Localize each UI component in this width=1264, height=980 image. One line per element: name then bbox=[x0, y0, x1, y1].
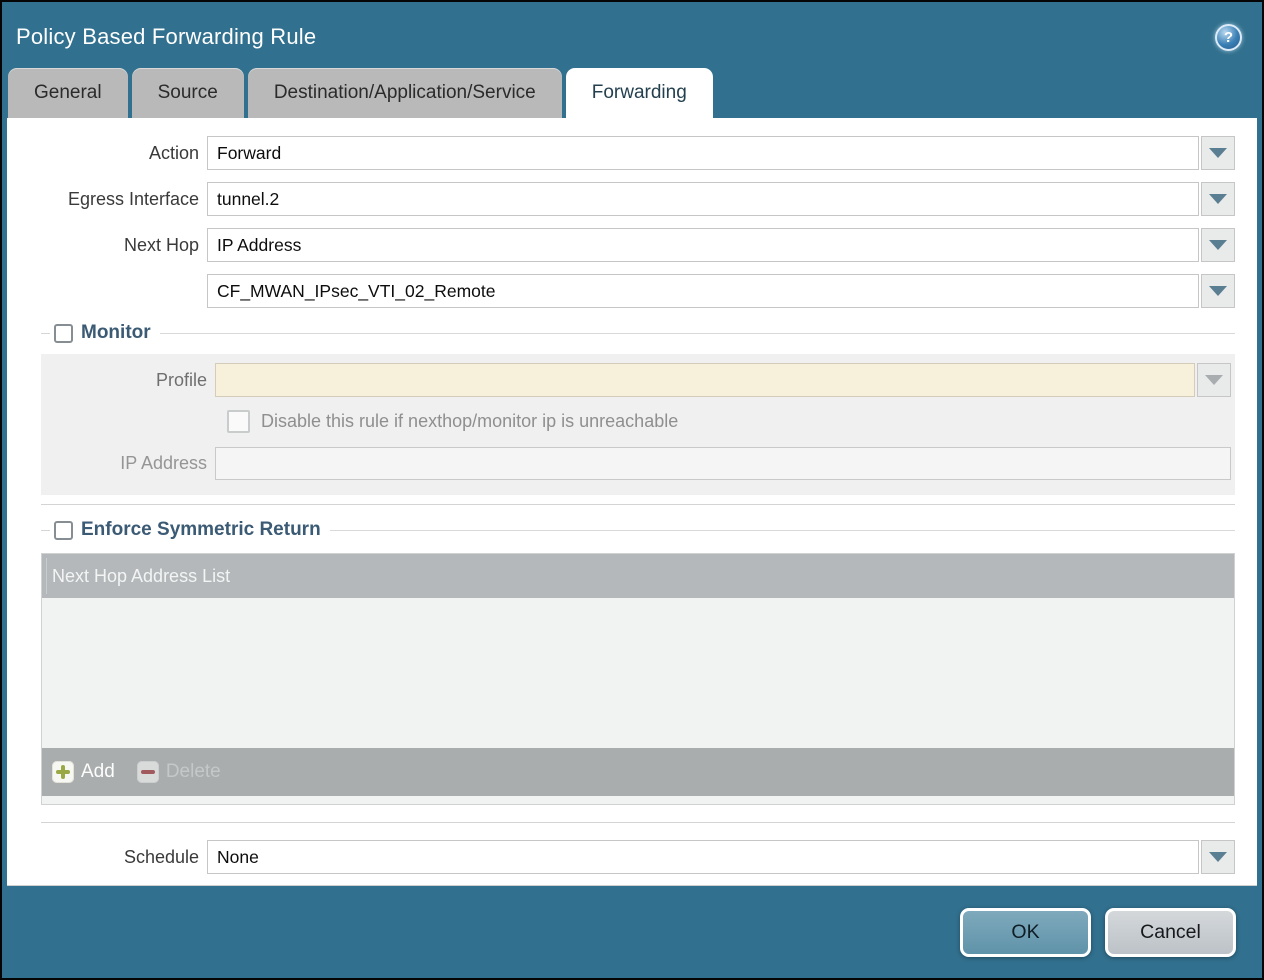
egress-interface-row: Egress Interface tunnel.2 bbox=[29, 182, 1235, 216]
monitor-checkbox[interactable] bbox=[54, 324, 73, 343]
help-icon[interactable]: ? bbox=[1215, 24, 1242, 51]
add-button[interactable]: Add bbox=[52, 761, 115, 783]
next-hop-type-select[interactable]: IP Address bbox=[207, 228, 1199, 262]
minus-icon bbox=[137, 761, 159, 783]
next-hop-type-dropdown-button[interactable] bbox=[1201, 228, 1235, 262]
next-hop-label: Next Hop bbox=[29, 235, 207, 256]
egress-interface-select[interactable]: tunnel.2 bbox=[207, 182, 1199, 216]
fieldset-border bbox=[330, 530, 1235, 531]
egress-interface-label: Egress Interface bbox=[29, 189, 207, 210]
dialog-footer: OK Cancel bbox=[2, 886, 1262, 978]
chevron-down-icon bbox=[1205, 375, 1223, 385]
table-bottom-strip bbox=[42, 796, 1234, 804]
enforce-symmetric-return-checkbox[interactable] bbox=[54, 521, 73, 540]
enforce-symmetric-return-legend-row: Enforce Symmetric Return bbox=[41, 519, 1235, 541]
profile-label: Profile bbox=[41, 370, 215, 391]
schedule-dropdown-button[interactable] bbox=[1201, 840, 1235, 874]
fieldset-border bbox=[160, 333, 1235, 334]
next-hop-address-list-table: Next Hop Address List Add Delete bbox=[41, 553, 1235, 805]
disable-rule-checkbox bbox=[227, 410, 250, 433]
tab-bar: General Source Destination/Application/S… bbox=[2, 66, 1262, 118]
chevron-down-icon bbox=[1209, 148, 1227, 158]
chevron-down-icon bbox=[1209, 240, 1227, 250]
monitor-group-bottom-border bbox=[41, 504, 1235, 505]
plus-icon bbox=[52, 761, 74, 783]
delete-button-label: Delete bbox=[166, 761, 221, 783]
policy-based-forwarding-rule-dialog: Policy Based Forwarding Rule ? General S… bbox=[0, 0, 1264, 980]
chevron-down-icon bbox=[1209, 194, 1227, 204]
schedule-select[interactable]: None bbox=[207, 840, 1199, 874]
delete-button: Delete bbox=[137, 761, 221, 783]
profile-select bbox=[215, 363, 1195, 397]
titlebar: Policy Based Forwarding Rule ? bbox=[2, 2, 1262, 66]
chevron-down-icon bbox=[1209, 286, 1227, 296]
next-hop-address-row: CF_MWAN_IPsec_VTI_02_Remote bbox=[29, 274, 1235, 308]
monitor-ip-address-input bbox=[215, 447, 1231, 480]
fieldset-border bbox=[41, 530, 50, 531]
add-button-label: Add bbox=[81, 761, 115, 783]
next-hop-address-list-header[interactable]: Next Hop Address List bbox=[42, 554, 1234, 598]
next-hop-address-list-header-label: Next Hop Address List bbox=[52, 566, 230, 587]
disable-rule-label: Disable this rule if nexthop/monitor ip … bbox=[261, 411, 678, 432]
action-row: Action Forward bbox=[29, 136, 1235, 170]
enforce-group-bottom-border bbox=[41, 822, 1235, 823]
action-label: Action bbox=[29, 143, 207, 164]
next-hop-address-list-body[interactable] bbox=[42, 598, 1234, 748]
cancel-button[interactable]: Cancel bbox=[1105, 908, 1236, 957]
enforce-symmetric-return-legend: Enforce Symmetric Return bbox=[81, 519, 321, 541]
tab-forwarding[interactable]: Forwarding bbox=[566, 68, 713, 118]
forwarding-tab-panel: Action Forward Egress Interface tunnel.2… bbox=[7, 118, 1257, 886]
tab-source[interactable]: Source bbox=[132, 68, 244, 118]
next-hop-row: Next Hop IP Address bbox=[29, 228, 1235, 262]
tab-general[interactable]: General bbox=[8, 68, 128, 118]
action-dropdown-button[interactable] bbox=[1201, 136, 1235, 170]
schedule-row: Schedule None bbox=[29, 840, 1235, 874]
action-select[interactable]: Forward bbox=[207, 136, 1199, 170]
egress-interface-dropdown-button[interactable] bbox=[1201, 182, 1235, 216]
fieldset-border bbox=[41, 333, 50, 334]
profile-dropdown-button bbox=[1197, 363, 1231, 397]
monitor-legend-row: Monitor bbox=[41, 322, 1235, 344]
chevron-down-icon bbox=[1209, 852, 1227, 862]
monitor-ip-address-row: IP Address bbox=[41, 447, 1231, 480]
next-hop-address-dropdown-button[interactable] bbox=[1201, 274, 1235, 308]
dialog-title: Policy Based Forwarding Rule bbox=[16, 24, 316, 50]
next-hop-address-list-toolbar: Add Delete bbox=[42, 748, 1234, 796]
ok-button[interactable]: OK bbox=[960, 908, 1091, 957]
tab-destination-application-service[interactable]: Destination/Application/Service bbox=[248, 68, 562, 118]
next-hop-address-select[interactable]: CF_MWAN_IPsec_VTI_02_Remote bbox=[207, 274, 1199, 308]
profile-row: Profile bbox=[41, 363, 1231, 397]
monitor-ip-address-label: IP Address bbox=[41, 453, 215, 474]
disable-rule-row: Disable this rule if nexthop/monitor ip … bbox=[227, 410, 1231, 433]
monitor-legend: Monitor bbox=[81, 322, 151, 344]
schedule-label: Schedule bbox=[29, 847, 207, 868]
monitor-panel: Profile Disable this rule if nexthop/mon… bbox=[41, 354, 1235, 495]
column-resize-grip bbox=[46, 558, 47, 594]
